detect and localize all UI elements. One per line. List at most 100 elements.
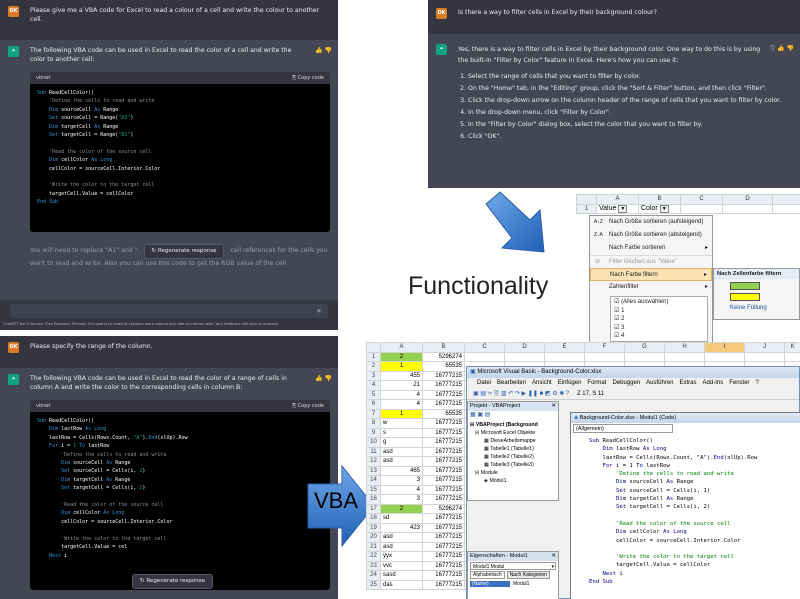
row-header[interactable]: 8 [366,418,381,429]
cell-a[interactable]: 2 [380,503,423,514]
cell-b[interactable]: 16777215 [422,418,465,429]
cell-b[interactable]: 65535 [422,361,465,372]
no-fill-option[interactable]: Keine Füllung [730,305,799,311]
cell-b[interactable]: 16777215 [422,380,465,391]
cell-b[interactable]: 16777215 [422,522,465,533]
cell-a[interactable]: s [380,427,423,438]
property-row[interactable]: (Name) Modul1 [470,581,556,587]
row-header[interactable]: 23 [366,560,381,571]
cell-a[interactable]: asd [380,532,423,543]
row-header[interactable]: 6 [366,399,381,410]
feedback-icons[interactable]: ⎘ 👍 👎 [770,44,794,53]
menu-ausfuehren[interactable]: Ausführen [646,378,673,389]
cell-b[interactable]: 16777215 [422,541,465,552]
column-header[interactable]: I [704,342,745,353]
cell-b[interactable]: 16777215 [422,560,465,571]
row-header[interactable]: 12 [366,456,381,467]
color-swatch-yellow[interactable] [730,293,760,301]
toolbar-icons[interactable]: ▣ ▤ ✂ ⎘ ▥ ↶ ↷ ▶ ❚❚ ■ ◩ ⚙ ✱ ? [473,391,569,397]
cell-a[interactable]: 1 [380,361,423,372]
tree-item[interactable]: ⊟ Module [470,469,558,477]
row-header[interactable]: 11 [366,446,381,457]
column-header[interactable]: K [784,342,800,353]
cell[interactable] [704,351,745,362]
menu-debuggen[interactable]: Debuggen [612,378,640,389]
cell-b[interactable]: 5296274 [422,351,465,362]
row-header[interactable]: 9 [366,427,381,438]
cell-b[interactable]: 16777215 [422,513,465,524]
menu-item-number-filters[interactable]: Zahlenfilter ▸ [590,281,712,294]
menu-ansicht[interactable]: Ansicht [532,378,552,389]
cell-a[interactable]: asd [380,541,423,552]
row-header[interactable]: 3 [366,370,381,381]
column-header[interactable]: J [744,342,785,353]
column-header[interactable]: E [544,342,585,353]
menu-format[interactable]: Format [587,378,606,389]
send-icon[interactable]: ➤ [316,307,322,315]
menu-bearbeiten[interactable]: Bearbeiten [497,378,526,389]
cell-a[interactable]: das [380,579,423,590]
row-header[interactable]: 13 [366,465,381,476]
cell[interactable] [504,351,545,362]
cell-a[interactable]: w [380,418,423,429]
cell-a[interactable]: vvc [380,560,423,571]
row-header[interactable]: 15 [366,484,381,495]
feedback-icons[interactable]: 👍 👎 [315,374,332,383]
cell-b[interactable]: 16777215 [422,370,465,381]
row-header[interactable]: 10 [366,437,381,448]
vba-code-editor[interactable]: Sub ReadCellColor() Dim lastRow As Long … [571,434,800,586]
tree-item[interactable]: ◈ Modul1 [470,477,558,485]
column-header[interactable]: C [464,342,505,353]
cell[interactable] [624,351,665,362]
properties-select[interactable]: Modul1 Modul ▾ [470,562,556,570]
cell-b[interactable]: 16777215 [422,532,465,543]
menu-item-sort-asc[interactable]: A↓Z Nach Größe sortieren (aufsteigend) [590,216,712,229]
row-header[interactable]: 16 [366,494,381,505]
menu-help[interactable]: ? [756,378,759,389]
menu-item-sort-desc[interactable]: Z↓A Nach Größe sortieren (absteigend) [590,229,712,242]
cell[interactable] [584,351,625,362]
column-header[interactable]: H [664,342,705,353]
tab-nach-kategorien[interactable]: Nach Kategorien [506,571,550,579]
tree-item[interactable]: ⊟ VBAProject (Background [470,421,558,429]
cell[interactable] [544,351,585,362]
cell-a[interactable]: yyx [380,551,423,562]
menu-einfuegen[interactable]: Einfügen [558,378,582,389]
copy-code-button[interactable]: ⎘ Copy code [292,74,324,83]
cell-a[interactable]: 21 [380,380,423,391]
copy-code-button[interactable]: ⎘ Copy code [292,402,324,411]
column-header[interactable]: D [504,342,545,353]
tree-item[interactable]: ▦ DieseArbeitsmappe [470,437,558,445]
row-header[interactable]: 17 [366,503,381,514]
menu-extras[interactable]: Extras [680,378,697,389]
checklist-item[interactable]: ☑ 4 [614,332,704,341]
row-header[interactable]: 2 [366,361,381,372]
checklist-item[interactable]: ☑ 1 [614,307,704,316]
feedback-icons[interactable]: 👍 👎 [315,46,332,55]
cell-a[interactable]: 4 [380,389,423,400]
menu-addins[interactable]: Add-Ins [703,378,724,389]
regenerate-response-button[interactable]: ↻ Regenerate response [132,574,213,589]
row-header[interactable]: 14 [366,475,381,486]
filter-dropdown-icon[interactable]: ▼ [659,205,669,213]
cell-a[interactable]: asd [380,446,423,457]
cell-a[interactable]: g [380,437,423,448]
cell-a[interactable]: 465 [380,465,423,476]
menu-fenster[interactable]: Fenster [729,378,749,389]
cell-a[interactable]: sd [380,513,423,524]
cell-a[interactable]: 455 [380,370,423,381]
row-header[interactable]: 24 [366,570,381,581]
cell-b[interactable]: 16777215 [422,475,465,486]
cell-b[interactable]: 16777215 [422,437,465,448]
menu-item-clear-filter[interactable]: ⊘ Filter löschen aus "Value" [590,255,712,268]
cell[interactable] [784,351,800,362]
cell-b[interactable]: 16777215 [422,484,465,495]
column-header[interactable]: F [584,342,625,353]
cell-a[interactable]: 423 [380,522,423,533]
row-header[interactable]: 25 [366,579,381,590]
checklist-item[interactable]: ☑ 2 [614,315,704,324]
tab-alphabetisch[interactable]: Alphabetisch [470,571,505,579]
close-icon[interactable]: ✕ [551,552,556,561]
menu-item-filter-by-color[interactable]: Nach Farbe filtern ▸ [590,268,712,281]
cell[interactable] [744,351,785,362]
